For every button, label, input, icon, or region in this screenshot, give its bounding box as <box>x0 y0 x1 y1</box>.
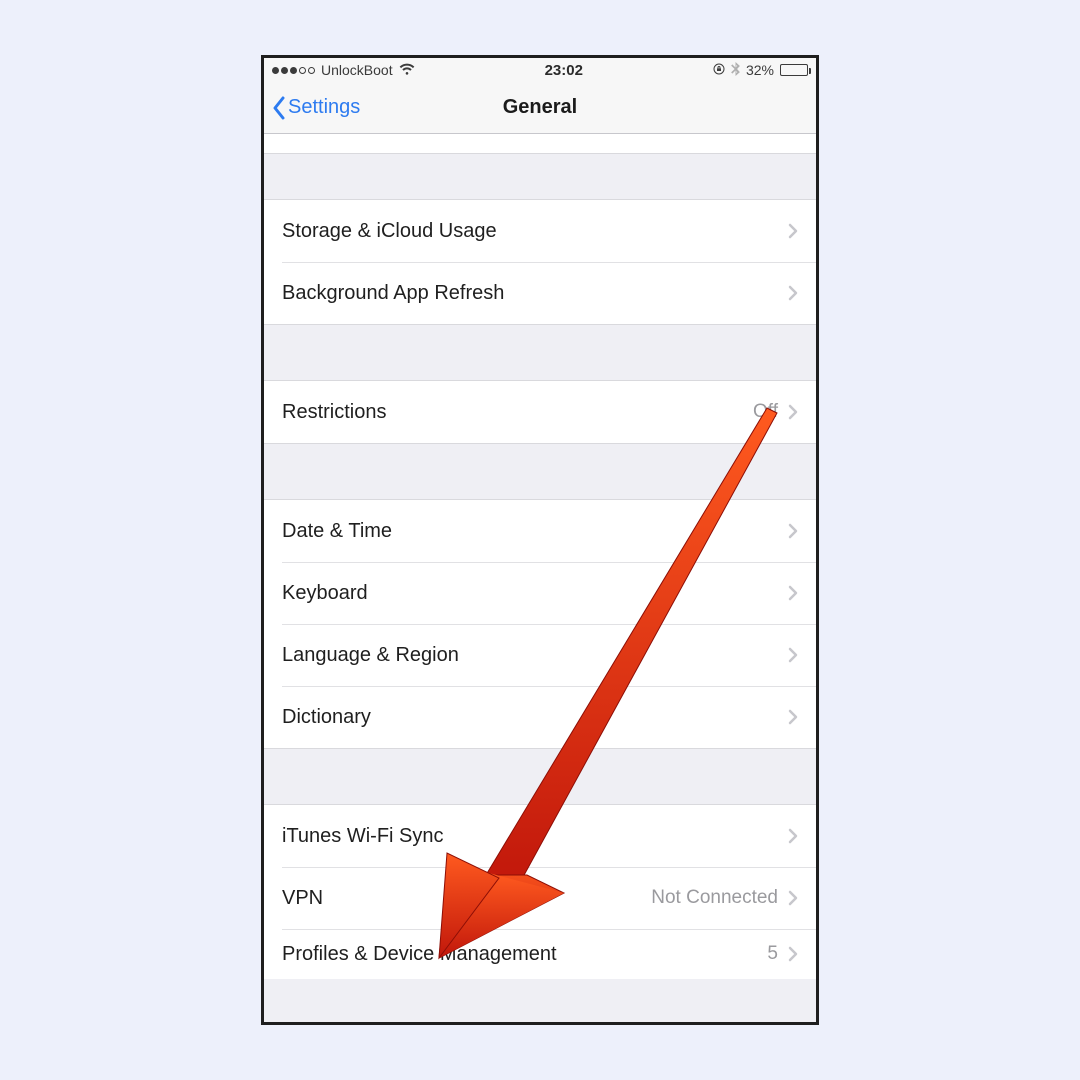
rotation-lock-icon <box>713 62 725 78</box>
row-label: iTunes Wi-Fi Sync <box>282 825 444 848</box>
row-value: 5 <box>767 943 778 965</box>
row-background-app-refresh[interactable]: Background App Refresh <box>264 262 816 324</box>
row-label: Dictionary <box>282 706 371 729</box>
row-label: Restrictions <box>282 401 386 424</box>
status-left: UnlockBoot <box>272 62 415 78</box>
chevron-right-icon <box>788 223 798 239</box>
row-date-time[interactable]: Date & Time <box>264 500 816 562</box>
row-label: VPN <box>282 887 323 910</box>
row-profiles-device-management[interactable]: Profiles & Device Management 5 <box>264 929 816 979</box>
phone-frame: UnlockBoot 23:02 32% Settings General <box>261 55 819 1025</box>
row-storage-icloud-usage[interactable]: Storage & iCloud Usage <box>264 200 816 262</box>
row-value: Off <box>753 401 778 423</box>
row-label: Profiles & Device Management <box>282 943 557 966</box>
row-label: Storage & iCloud Usage <box>282 220 497 243</box>
chevron-right-icon <box>788 285 798 301</box>
row-label: Date & Time <box>282 520 392 543</box>
nav-bar: Settings General <box>264 82 816 134</box>
row-language-region[interactable]: Language & Region <box>264 624 816 686</box>
chevron-right-icon <box>788 585 798 601</box>
status-bar: UnlockBoot 23:02 32% <box>264 58 816 82</box>
chevron-right-icon <box>788 890 798 906</box>
row-value: Not Connected <box>651 887 778 909</box>
row-itunes-wifi-sync[interactable]: iTunes Wi-Fi Sync <box>264 805 816 867</box>
row-restrictions[interactable]: Restrictions Off <box>264 381 816 443</box>
row-label: Background App Refresh <box>282 282 504 305</box>
chevron-right-icon <box>788 404 798 420</box>
chevron-right-icon <box>788 709 798 725</box>
chevron-right-icon <box>788 523 798 539</box>
battery-percentage: 32% <box>746 62 774 78</box>
settings-group: iTunes Wi-Fi Sync VPN Not Connected Prof… <box>264 804 816 979</box>
back-button[interactable]: Settings <box>272 96 360 120</box>
status-clock: 23:02 <box>545 62 583 79</box>
row-label: Keyboard <box>282 582 368 605</box>
cell-signal-icon <box>272 67 315 74</box>
row-vpn[interactable]: VPN Not Connected <box>264 867 816 929</box>
row-label: Language & Region <box>282 644 459 667</box>
status-right: 32% <box>713 62 808 79</box>
row-dictionary[interactable]: Dictionary <box>264 686 816 748</box>
chevron-right-icon <box>788 647 798 663</box>
back-label: Settings <box>288 96 360 119</box>
partial-previous-row <box>264 134 816 154</box>
chevron-right-icon <box>788 946 798 962</box>
battery-icon <box>780 64 808 76</box>
chevron-right-icon <box>788 828 798 844</box>
settings-group: Storage & iCloud Usage Background App Re… <box>264 199 816 325</box>
wifi-icon <box>399 62 415 78</box>
bluetooth-icon <box>731 62 740 79</box>
settings-list: Storage & iCloud Usage Background App Re… <box>264 134 816 979</box>
settings-group: Restrictions Off <box>264 380 816 444</box>
row-keyboard[interactable]: Keyboard <box>264 562 816 624</box>
settings-group: Date & Time Keyboard Language & Region D… <box>264 499 816 749</box>
chevron-left-icon <box>272 96 286 120</box>
carrier-label: UnlockBoot <box>321 62 393 78</box>
